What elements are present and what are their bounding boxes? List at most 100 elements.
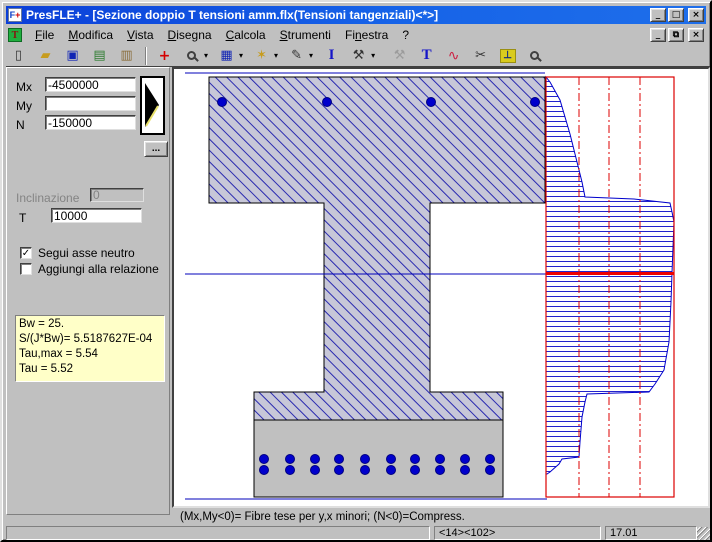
calculate-arrow-button[interactable] — [140, 76, 165, 135]
menu-bar: T File Modifica Vista Disegna Calcola St… — [6, 25, 706, 45]
tools-button[interactable]: ⚒ — [348, 46, 369, 66]
dropdown-arrow-icon[interactable]: ▾ — [309, 51, 313, 60]
report-button[interactable]: ▤ — [89, 46, 110, 66]
close-button[interactable]: × — [688, 8, 704, 22]
rebar-dot — [411, 455, 420, 464]
maximize-button[interactable]: □ — [668, 8, 684, 22]
rebar-dot — [311, 466, 320, 475]
open-folder-icon: ▰ — [41, 49, 51, 62]
rebar-dot — [486, 455, 495, 464]
status-panel-counter: <14><102> — [434, 526, 601, 540]
beam-section-button[interactable]: I — [321, 46, 342, 66]
menu-calcola[interactable]: Calcola — [219, 26, 273, 44]
rebar-dot — [286, 455, 295, 464]
mdi-minimize-button[interactable]: _ — [650, 28, 666, 42]
menu-strumenti[interactable]: Strumenti — [273, 26, 338, 44]
rebar-dot — [323, 98, 332, 107]
rebar-dot — [361, 466, 370, 475]
title-bar: F+ PresFLE+ - [Sezione doppio T tensioni… — [6, 6, 706, 24]
section-display-icon: ▦ — [220, 49, 232, 62]
hint-bar: (Mx,My<0)= Fibre tese per y,x minori; (N… — [172, 509, 710, 526]
save-floppy-icon: ▣ — [66, 49, 78, 62]
my-label: My — [16, 99, 32, 113]
draw-pencil-button[interactable]: ✎ — [286, 46, 307, 66]
section-display-button[interactable]: ▦ — [216, 46, 237, 66]
result-tau-max: Tau,max = 5.54 — [19, 347, 161, 362]
menu-modifica[interactable]: Modifica — [61, 26, 120, 44]
app-window: F+ PresFLE+ - [Sezione doppio T tensioni… — [0, 0, 712, 542]
append-report-checkbox[interactable]: Aggiungi alla relazione — [20, 262, 159, 276]
wizard-button[interactable]: ✶ — [251, 46, 272, 66]
stress-diagram-button[interactable]: ∿ — [443, 46, 464, 66]
rebar-dot — [311, 455, 320, 464]
menu-vista[interactable]: Vista — [120, 26, 160, 44]
mdi-client-area: Mx My N ... Inclinazione T ✓ Segui asse … — [6, 66, 710, 525]
axes-origin-button[interactable]: + — [154, 46, 175, 66]
checkbox-unchecked-icon[interactable] — [20, 263, 32, 275]
menu-finestra[interactable]: Finestra — [338, 26, 395, 44]
menu-help[interactable]: ? — [395, 26, 416, 44]
mx-input[interactable] — [45, 77, 136, 92]
neutral-axis-marker — [546, 272, 674, 275]
rebar-dot — [436, 466, 445, 475]
load-input-panel: Mx My N ... Inclinazione T ✓ Segui asse … — [6, 67, 170, 515]
new-document-button[interactable]: ▯ — [8, 46, 29, 66]
section-shape — [209, 77, 545, 420]
mdi-child-icon[interactable]: T — [8, 28, 22, 42]
section-drawing — [174, 69, 708, 506]
rebar-dot — [260, 455, 269, 464]
menu-file[interactable]: File — [28, 26, 61, 44]
magnifier-icon — [187, 51, 196, 60]
n-input[interactable] — [45, 115, 136, 130]
section-drawing-canvas[interactable] — [172, 67, 710, 508]
find-magnifier-icon — [530, 51, 539, 60]
t-support-icon: T — [422, 48, 432, 63]
minimize-button[interactable]: _ — [650, 8, 666, 22]
checkbox-checked-icon[interactable]: ✓ — [20, 247, 32, 259]
dropdown-arrow-icon[interactable]: ▾ — [239, 51, 243, 60]
dropdown-arrow-icon[interactable]: ▾ — [371, 51, 375, 60]
axes-cross-icon: + — [159, 49, 171, 63]
clipboard-icon: ▥ — [120, 49, 132, 62]
t-label: T — [19, 211, 26, 225]
rebar-dot — [486, 466, 495, 475]
more-options-button[interactable]: ... — [144, 141, 168, 157]
hammer-disabled-button: ⚒ — [389, 46, 410, 66]
t-section-button[interactable]: T — [416, 46, 437, 66]
rebar-dot — [531, 98, 540, 107]
highlight-button[interactable]: ⊥ — [497, 46, 518, 66]
shear-stress-profile — [546, 77, 674, 474]
rebar-dot — [436, 455, 445, 464]
resize-grip[interactable] — [697, 527, 710, 540]
magic-wand-icon: ✶ — [256, 49, 267, 62]
mdi-restore-button[interactable]: ⧉ — [668, 28, 684, 42]
menu-disegna[interactable]: Disegna — [161, 26, 219, 44]
app-icon: F+ — [8, 8, 22, 22]
status-bar: <14><102> 17.01 — [6, 526, 710, 540]
paste-button[interactable]: ▥ — [116, 46, 137, 66]
zoom-button[interactable] — [181, 46, 202, 66]
hammer-icon: ⚒ — [394, 49, 406, 62]
inclinazione-input — [90, 188, 144, 202]
mx-label: Mx — [16, 80, 32, 94]
i-beam-icon: I — [329, 48, 335, 63]
rebar-dot — [335, 455, 344, 464]
inclinazione-label: Inclinazione — [16, 191, 79, 205]
dropdown-arrow-icon[interactable]: ▾ — [204, 51, 208, 60]
rebar-dot — [387, 455, 396, 464]
result-sjbw: S/(J*Bw)= 5.5187627E-04 — [19, 332, 161, 347]
rebar-dot — [387, 466, 396, 475]
toolbar-separator — [145, 47, 147, 65]
find-button[interactable] — [524, 46, 545, 66]
new-document-icon: ▯ — [15, 49, 22, 62]
dropdown-arrow-icon[interactable]: ▾ — [274, 51, 278, 60]
toolbar: ▯ ▰ ▣ ▤ ▥ + ▾ ▦ ▾ ✶ ▾ ✎ ▾ I ⚒ ▾ ⚒ T ∿ ✂ … — [6, 45, 706, 66]
cut-button[interactable]: ✂ — [470, 46, 491, 66]
save-button[interactable]: ▣ — [62, 46, 83, 66]
follow-neutral-axis-checkbox[interactable]: ✓ Segui asse neutro — [20, 246, 135, 260]
open-file-button[interactable]: ▰ — [35, 46, 56, 66]
mdi-close-button[interactable]: × — [688, 28, 704, 42]
my-input[interactable] — [45, 96, 136, 111]
rebar-dot — [260, 466, 269, 475]
t-input[interactable] — [51, 208, 142, 223]
